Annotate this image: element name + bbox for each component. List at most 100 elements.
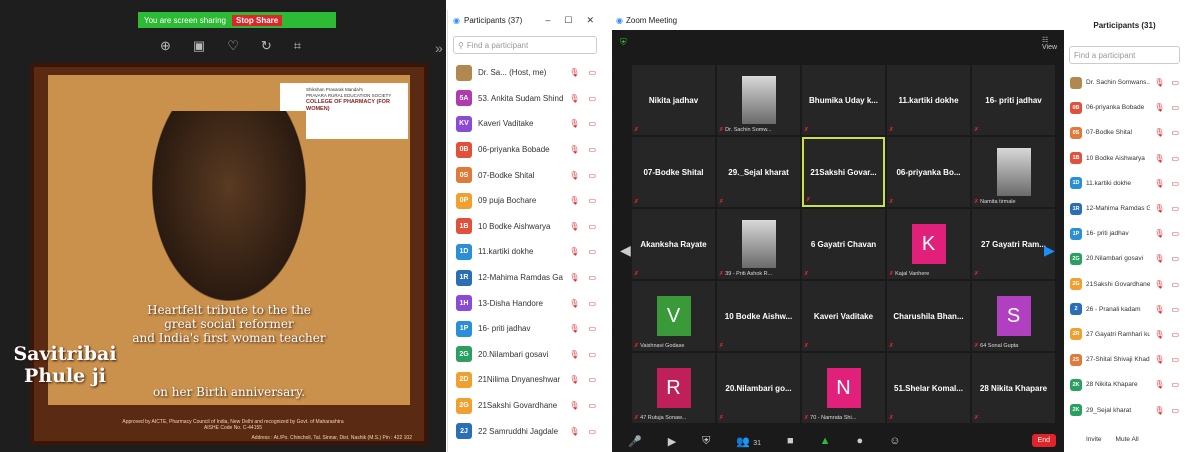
video-tile[interactable]: 06-priyanka Bo... ✗ — [887, 137, 970, 207]
muted-mic-icon[interactable]: 🎙 — [1154, 305, 1164, 314]
stop-share-button[interactable]: Stop Share — [231, 14, 283, 26]
participant-row[interactable]: 1H 13-Disha Handore 🎙 ▭ — [448, 290, 602, 316]
crop-icon[interactable]: ⌗ — [294, 38, 301, 54]
video-tile[interactable]: V ✗ Vaishnavi Godase — [632, 281, 715, 351]
next-page-icon[interactable]: ▶ — [1044, 242, 1055, 259]
muted-mic-icon[interactable]: 🎙 — [569, 375, 579, 384]
record-icon[interactable]: ● — [857, 435, 864, 447]
video-off-icon[interactable]: ▭ — [588, 324, 596, 333]
video-off-icon[interactable]: ▭ — [588, 247, 596, 256]
participant-row[interactable]: 1B 10 Bodke Aishwarya 🎙 ▭ — [448, 214, 602, 240]
video-off-icon[interactable]: ▭ — [588, 401, 596, 410]
participants-icon[interactable]: 👥 31 — [736, 435, 761, 448]
video-off-icon[interactable]: ▭ — [1171, 128, 1179, 137]
video-off-icon[interactable]: ▭ — [588, 196, 596, 205]
participant-row[interactable]: 5A 53. Ankita Sudam Shinde 🎙 ▭ — [448, 86, 602, 112]
video-tile[interactable]: ✗ 39 - Priti Ashok R... — [717, 209, 800, 279]
video-off-icon[interactable]: ▭ — [1171, 406, 1179, 415]
video-tile[interactable]: Kaveri Vaditake ✗ — [802, 281, 885, 351]
participant-row[interactable]: 2G 21Sakshi Govardhane 🎙 ▭ — [1064, 272, 1185, 297]
maximize-icon[interactable]: ☐ — [564, 15, 572, 26]
video-off-icon[interactable]: ▭ — [588, 119, 596, 128]
video-tile[interactable]: Nikita jadhav ✗ — [632, 65, 715, 135]
video-off-icon[interactable]: ▭ — [588, 427, 596, 436]
muted-mic-icon[interactable]: 🎙 — [1154, 380, 1164, 389]
video-tile[interactable]: 29._Sejal kharat ✗ — [717, 137, 800, 207]
video-off-icon[interactable]: ▭ — [1171, 380, 1179, 389]
participant-row[interactable]: 1R12-Mahima Ramdas Gawali🎙▭ — [1064, 196, 1185, 221]
participant-row[interactable]: 2G 21Sakshi Govardhane 🎙 ▭ — [448, 393, 602, 419]
participant-row[interactable]: 2K 29_Sejal kharat 🎙 ▭ — [1064, 397, 1185, 422]
video-tile[interactable]: K ✗ Kajal Vanhere — [887, 209, 970, 279]
minimize-icon[interactable]: – — [545, 15, 550, 26]
video-off-icon[interactable]: ▭ — [1171, 305, 1179, 314]
participant-row[interactable]: 1R12-Mahima Ramdas Gawali🎙▭ — [448, 265, 602, 291]
video-tile[interactable]: 16- priti jadhav ✗ — [972, 65, 1055, 135]
muted-mic-icon[interactable]: 🎙 — [569, 222, 579, 231]
muted-mic-icon[interactable]: 🎙 — [569, 401, 579, 410]
participant-row[interactable]: 1P 16- priti jadhav 🎙 ▭ — [1064, 221, 1185, 246]
participant-search[interactable]: Find a participant — [1069, 46, 1180, 64]
participant-row[interactable]: 1B 10 Bodke Aishwarya 🎙 ▭ — [1064, 146, 1185, 171]
muted-mic-icon[interactable]: 🎙 — [569, 119, 579, 128]
participant-row[interactable]: 2D 21Nilima Dnyaneshwar Go... 🎙 ▭ — [448, 367, 602, 393]
participant-row[interactable]: 2K 28 Nikita Khapare 🎙 ▭ — [1064, 372, 1185, 397]
muted-mic-icon[interactable]: 🎙 — [1154, 280, 1164, 289]
video-tile[interactable]: Bhumika Uday k... ✗ — [802, 65, 885, 135]
video-tile[interactable]: 20.Nilambari go... ✗ — [717, 353, 800, 423]
video-tile[interactable]: Akanksha Rayate ✗ — [632, 209, 715, 279]
muted-mic-icon[interactable]: 🎙 — [1154, 179, 1164, 188]
muted-mic-icon[interactable]: 🎙 — [1154, 154, 1164, 163]
participant-row[interactable]: 2S 27-Shital Shivaji Khade 🎙 ▭ — [1064, 347, 1185, 372]
participant-row[interactable]: 1D 11.kartiki dokhe 🎙 ▭ — [1064, 171, 1185, 196]
video-tile[interactable]: 28 Nikita Khapare ✗ — [972, 353, 1055, 423]
muted-mic-icon[interactable]: 🎙 — [1154, 204, 1164, 213]
muted-mic-icon[interactable]: 🎙 — [569, 324, 579, 333]
close-icon[interactable]: ✕ — [586, 15, 594, 26]
video-off-icon[interactable]: ▭ — [1171, 355, 1179, 364]
muted-mic-icon[interactable]: 🎙 — [569, 145, 579, 154]
muted-mic-icon[interactable]: 🎙 — [1154, 355, 1164, 364]
participant-row[interactable]: 2J 22 Samruddhi Jagdale 🎙 ▭ — [448, 418, 602, 444]
muted-mic-icon[interactable]: 🎙 — [1154, 229, 1164, 238]
video-off-icon[interactable]: ▭ — [1171, 204, 1179, 213]
view-button[interactable]: ☷ View — [1042, 36, 1064, 51]
side-arrow-icon[interactable]: » — [435, 40, 443, 56]
share-screen-icon[interactable]: ▲ — [820, 435, 831, 447]
video-off-icon[interactable]: ▭ — [1171, 154, 1179, 163]
participant-row[interactable]: 0S 07-Bodke Shital 🎙 ▭ — [448, 162, 602, 188]
muted-mic-icon[interactable]: 🎙 — [569, 196, 579, 205]
prev-page-icon[interactable]: ◀ — [620, 242, 631, 259]
participant-row[interactable]: 0S 07-Bodke Shital 🎙 ▭ — [1064, 120, 1185, 145]
security-icon[interactable]: ⛨ — [702, 435, 710, 448]
participant-row[interactable]: 0P 09 puja Bochare 🎙 ▭ — [448, 188, 602, 214]
video-off-icon[interactable]: ▭ — [1171, 78, 1179, 87]
chat-icon[interactable]: ■ — [787, 435, 794, 447]
video-off-icon[interactable]: ▭ — [588, 68, 596, 77]
participant-row[interactable]: 2 26 - Pranali kadam 🎙 ▭ — [1064, 297, 1185, 322]
video-tile[interactable]: 21Sakshi Govar... ✗ — [802, 137, 885, 207]
video-off-icon[interactable]: ▭ — [1171, 103, 1179, 112]
zoom-in-icon[interactable]: ⊕ — [160, 38, 171, 54]
muted-mic-icon[interactable]: 🎙 — [569, 171, 579, 180]
muted-mic-icon[interactable]: 🎙 — [1154, 330, 1164, 339]
video-off-icon[interactable]: ▭ — [588, 299, 596, 308]
video-off-icon[interactable]: ▭ — [588, 171, 596, 180]
muted-mic-icon[interactable]: 🎙 — [569, 94, 579, 103]
video-off-icon[interactable]: ▭ — [1171, 254, 1179, 263]
invite-button[interactable]: Invite — [1086, 436, 1102, 443]
video-off-icon[interactable]: ▭ — [588, 350, 596, 359]
video-icon[interactable]: ▶ — [668, 435, 676, 448]
video-off-icon[interactable]: ▭ — [1171, 280, 1179, 289]
muted-mic-icon[interactable]: 🎙 — [569, 247, 579, 256]
muted-mic-icon[interactable]: 🎙 — [1154, 128, 1164, 137]
mute-all-button[interactable]: Mute All — [1116, 436, 1139, 443]
muted-mic-icon[interactable]: 🎙 — [569, 427, 579, 436]
video-off-icon[interactable]: ▭ — [588, 94, 596, 103]
end-button[interactable]: End — [1031, 434, 1056, 447]
mute-icon[interactable]: 🎤 — [628, 435, 642, 448]
participant-row[interactable]: 1D 11.kartiki dokhe 🎙 ▭ — [448, 239, 602, 265]
muted-mic-icon[interactable]: 🎙 — [1154, 103, 1164, 112]
video-tile[interactable]: ✗ Namita tirmale — [972, 137, 1055, 207]
video-tile[interactable]: Charushila Bhan... ✗ — [887, 281, 970, 351]
